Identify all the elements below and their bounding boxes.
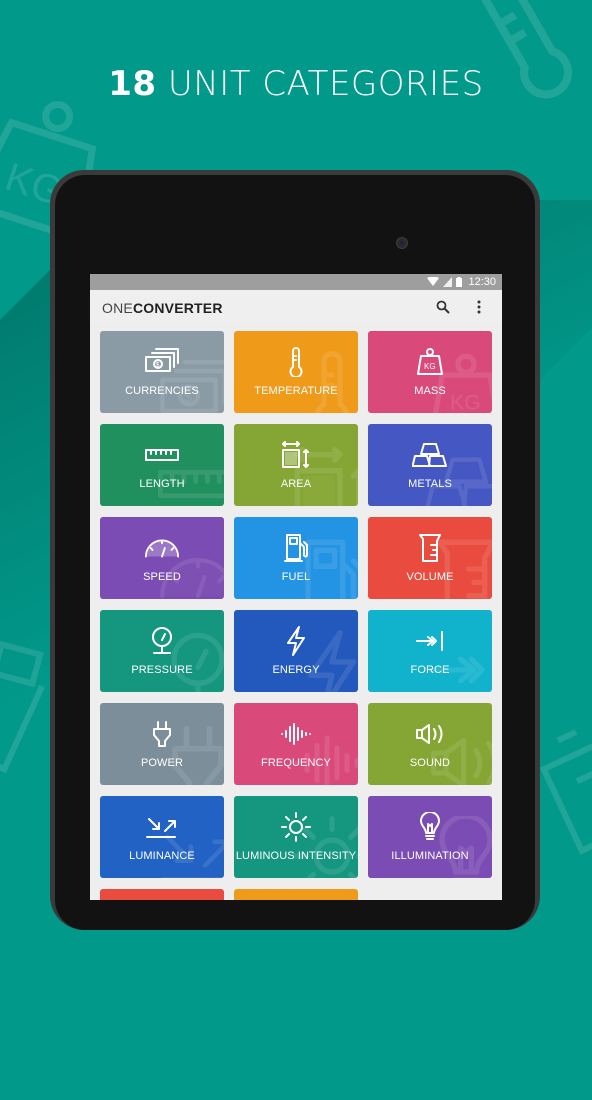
measuring-cup-icon <box>412 533 448 563</box>
category-tile-fuel[interactable]: FUEL <box>234 517 358 599</box>
gold-bars-icon <box>412 440 448 470</box>
category-tile[interactable] <box>100 889 224 900</box>
category-grid: $ $ CURRENCIES TEMPERATURE KG KG MASS LENGTH ARE… <box>100 331 492 900</box>
category-tile-illumination[interactable]: ILLUMINATION <box>368 796 492 878</box>
category-label: TEMPERATURE <box>254 385 338 397</box>
area-icon <box>278 440 314 470</box>
category-tile-force[interactable]: FORCE <box>368 610 492 692</box>
force-arrow-icon <box>412 626 448 656</box>
fuel-pump-icon <box>278 533 314 563</box>
category-label: VOLUME <box>406 571 454 583</box>
category-label: CURRENCIES <box>125 385 199 397</box>
weight-decoration-icon <box>540 729 592 855</box>
headline-count: 18 <box>108 64 157 104</box>
headline-text: UNIT CATEGORIES <box>167 64 484 104</box>
category-label: LUMINANCE <box>129 850 195 862</box>
category-label: METALS <box>408 478 452 490</box>
app-bar: ONECONVERTER <box>90 290 502 324</box>
ruler-icon <box>144 440 180 470</box>
headline: 18 UNIT CATEGORIES <box>0 64 592 104</box>
category-label: ILLUMINATION <box>391 850 469 862</box>
search-icon <box>436 300 450 314</box>
sun-icon <box>278 812 314 842</box>
category-tile-power[interactable]: POWER <box>100 703 224 785</box>
thermometer-icon <box>278 347 314 377</box>
category-tile-metals[interactable]: METALS <box>368 424 492 506</box>
category-label: FREQUENCY <box>261 757 331 769</box>
svg-text:$: $ <box>156 362 160 369</box>
category-label: MASS <box>414 385 446 397</box>
category-label: ENERGY <box>272 664 320 676</box>
svg-text:KG: KG <box>424 362 436 371</box>
plug-icon <box>144 719 180 749</box>
app-title: ONECONVERTER <box>102 299 223 316</box>
category-tile[interactable] <box>234 889 358 900</box>
waveform-icon <box>278 719 314 749</box>
category-tile-pressure[interactable]: PRESSURE <box>100 610 224 692</box>
currency-icon: $ <box>144 347 180 377</box>
category-tile-area[interactable]: AREA <box>234 424 358 506</box>
wifi-icon <box>427 277 440 286</box>
category-tile-length[interactable]: LENGTH <box>100 424 224 506</box>
app-screen: 12:30 ONECONVERTER $ $ CURRENCIES TEMPERATU… <box>90 274 502 900</box>
pressure-gauge-icon <box>144 626 180 656</box>
speaker-icon <box>412 719 448 749</box>
category-label: LENGTH <box>139 478 185 490</box>
category-tile-mass[interactable]: KG KG MASS <box>368 331 492 413</box>
category-label: SPEED <box>143 571 181 583</box>
category-label: SOUND <box>409 757 451 769</box>
search-button[interactable] <box>432 296 454 318</box>
category-label: FORCE <box>410 664 450 676</box>
signal-icon <box>443 277 453 287</box>
luminance-icon <box>144 812 180 842</box>
category-label: PRESSURE <box>131 664 193 676</box>
status-time: 12:30 <box>468 276 496 288</box>
category-tile-luminous-intensity[interactable]: LUMINOUS INTENSITY <box>234 796 358 878</box>
more-vert-icon <box>477 300 481 314</box>
category-tile-energy[interactable]: ENERGY <box>234 610 358 692</box>
battery-icon <box>456 277 463 287</box>
lightning-icon <box>278 626 314 656</box>
category-label: AREA <box>280 478 312 490</box>
speedometer-icon <box>144 533 180 563</box>
category-tile-frequency[interactable]: FREQUENCY <box>234 703 358 785</box>
category-tile-speed[interactable]: SPEED <box>100 517 224 599</box>
category-tile-currencies[interactable]: $ $ CURRENCIES <box>100 331 224 413</box>
category-label: POWER <box>140 757 184 769</box>
category-tile-luminance[interactable]: LUMINANCE <box>100 796 224 878</box>
status-bar: 12:30 <box>90 274 502 290</box>
front-camera <box>396 237 408 249</box>
category-tile-temperature[interactable]: TEMPERATURE <box>234 331 358 413</box>
light-bulb-icon <box>412 812 448 842</box>
category-label: FUEL <box>281 571 311 583</box>
category-tile-sound[interactable]: SOUND <box>368 703 492 785</box>
overflow-menu-button[interactable] <box>468 296 490 318</box>
category-tile-volume[interactable]: VOLUME <box>368 517 492 599</box>
svg-text:KG: KG <box>450 391 481 413</box>
category-label: LUMINOUS INTENSITY <box>235 850 357 862</box>
weight-kg-icon: KG <box>412 347 448 377</box>
